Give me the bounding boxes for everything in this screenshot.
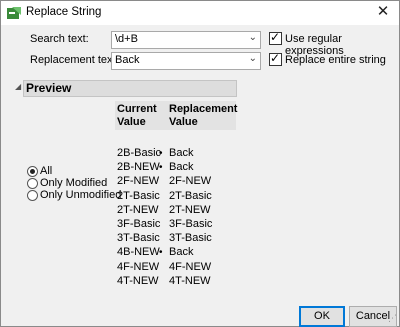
filter-radio-1[interactable]: [27, 178, 38, 189]
replacement-input[interactable]: Back ⌄: [111, 52, 261, 70]
replacement-label: Replacement text:: [30, 54, 119, 66]
ok-button[interactable]: OK: [299, 306, 345, 327]
col-replacement-line1: Replacement: [169, 103, 238, 115]
replacement-value-cell: 3T-Basic: [169, 232, 212, 245]
replace-app-icon: [7, 7, 21, 19]
replace-entire-label: Replace entire string: [285, 54, 386, 66]
radio-selected-dot: [30, 169, 35, 174]
search-label: Search text:: [30, 33, 89, 45]
chevron-down-icon[interactable]: ⌄: [249, 32, 257, 43]
replacement-value-cell: 3F-Basic: [169, 218, 213, 230]
replacement-value-cell: Back: [169, 246, 194, 259]
replacement-value: Back: [115, 54, 140, 66]
changed-marker-icon: •: [159, 148, 163, 159]
col-current-header: Current Value: [117, 103, 157, 129]
col-replacement-line2: Value: [169, 116, 198, 128]
replacement-value-cell: 2T-Basic: [169, 189, 212, 202]
preview-title: Preview: [26, 81, 72, 95]
col-current-line2: Value: [117, 116, 146, 128]
current-value-cell: 4F-NEW: [117, 260, 160, 273]
preview-table-header: Current Value Replacement Value: [115, 101, 237, 130]
filter-radio-2[interactable]: [27, 190, 38, 201]
use-regex-checkbox[interactable]: ✓: [269, 30, 282, 45]
filter-radio-label[interactable]: All: [40, 165, 52, 177]
resize-grip-icon[interactable]: ⋰: [388, 313, 397, 324]
collapse-triangle-icon[interactable]: ◢: [15, 82, 21, 91]
replacement-value-cell: 2F-NEW: [169, 175, 212, 188]
current-value-cell: 4T-NEW: [117, 274, 159, 287]
changed-marker-icon: •: [159, 247, 163, 259]
current-value-cell: 2T-NEW: [117, 203, 159, 216]
current-value-cell: 2B-Basic: [117, 147, 162, 159]
changed-marker-icon: •: [159, 162, 163, 174]
current-value-cell: 4B-NEW: [117, 246, 160, 259]
replacement-value-cell: 4T-NEW: [169, 274, 211, 287]
current-value-cell: 2T-Basic: [117, 189, 160, 202]
replace-string-dialog: Replace String ✕ Search text: \d+B ⌄ ✓ U…: [0, 0, 400, 327]
filter-radio-label[interactable]: Only Unmodified: [40, 189, 121, 201]
search-input[interactable]: \d+B ⌄: [111, 31, 261, 49]
search-value: \d+B: [115, 33, 138, 45]
current-value-cell: 2F-NEW: [117, 175, 160, 188]
replacement-value-cell: 2T-NEW: [169, 203, 211, 216]
close-icon[interactable]: ✕: [373, 2, 393, 22]
current-value-cell: 3F-Basic: [117, 218, 161, 230]
replacement-value-cell: Back: [169, 147, 194, 159]
current-value-cell: 3T-Basic: [117, 232, 160, 245]
preview-header[interactable]: Preview: [23, 80, 237, 97]
col-current-line1: Current: [117, 103, 157, 115]
window-title: Replace String: [26, 6, 102, 18]
check-icon: ✓: [270, 51, 281, 65]
filter-radio-0[interactable]: [27, 166, 38, 177]
chevron-down-icon[interactable]: ⌄: [249, 53, 257, 64]
filter-radio-label[interactable]: Only Modified: [40, 177, 107, 189]
replace-entire-checkbox[interactable]: ✓: [269, 51, 282, 66]
title-bar: Replace String ✕: [1, 1, 399, 25]
col-replacement-header: Replacement Value: [169, 103, 237, 129]
replacement-value-cell: 4F-NEW: [169, 260, 212, 273]
check-icon: ✓: [270, 30, 281, 44]
replacement-value-cell: Back: [169, 161, 194, 174]
current-value-cell: 2B-NEW: [117, 161, 160, 174]
